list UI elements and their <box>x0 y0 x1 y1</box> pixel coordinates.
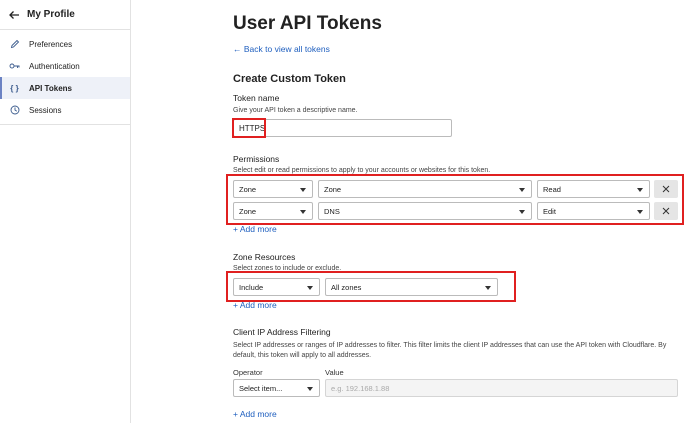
token-name-label: Token name <box>233 93 280 103</box>
caret-down-icon <box>485 286 491 290</box>
zone-resources-label: Zone Resources <box>233 252 296 262</box>
value-label: Value <box>325 368 344 377</box>
add-ip-filter-link[interactable]: + Add more <box>233 409 277 419</box>
select-placeholder: Select item... <box>239 383 283 393</box>
caret-down-icon <box>307 387 313 391</box>
add-permission-link[interactable]: + Add more <box>233 224 277 234</box>
sidebar-item-label: Sessions <box>29 105 62 115</box>
select-value: Zone <box>324 184 342 194</box>
page-title: User API Tokens <box>233 13 382 34</box>
permission-access-select[interactable]: Edit <box>537 202 650 220</box>
sidebar-item-preferences[interactable]: Preferences <box>0 33 130 55</box>
select-value: Include <box>239 282 264 292</box>
back-link-label: Back to view all tokens <box>243 44 330 54</box>
zone-select[interactable]: All zones <box>325 278 498 296</box>
sidebar-title: My Profile <box>27 9 75 20</box>
caret-down-icon <box>519 210 525 214</box>
pencil-icon <box>9 39 20 50</box>
sidebar-item-label: Preferences <box>29 39 73 49</box>
caret-down-icon <box>519 188 525 192</box>
select-value: Edit <box>543 206 556 216</box>
sidebar-header: My Profile <box>0 0 130 30</box>
input-placeholder: e.g. 192.168.1.88 <box>331 383 390 393</box>
sidebar-item-label: Authentication <box>29 61 80 71</box>
arrow-left-icon: ← <box>233 44 244 54</box>
permission-type-select[interactable]: Zone <box>233 202 313 220</box>
caret-down-icon <box>637 210 643 214</box>
close-icon <box>662 207 670 215</box>
caret-down-icon <box>637 188 643 192</box>
section-title: Create Custom Token <box>233 73 346 85</box>
caret-down-icon <box>300 210 306 214</box>
token-name-help: Give your API token a descriptive name. <box>233 107 358 114</box>
ip-filter-label: Client IP Address Filtering <box>233 327 331 337</box>
close-icon <box>662 185 670 193</box>
select-value: Zone <box>239 206 257 216</box>
select-value: All zones <box>331 282 362 292</box>
caret-down-icon <box>300 188 306 192</box>
select-value: Read <box>543 184 561 194</box>
token-name-input[interactable]: HTTPS <box>233 119 452 137</box>
add-zone-link[interactable]: + Add more <box>233 300 277 310</box>
clock-icon <box>9 105 20 116</box>
zone-resources-help: Select zones to include or exclude. <box>233 265 342 272</box>
permissions-label: Permissions <box>233 154 280 164</box>
arrow-left-icon[interactable] <box>8 9 20 21</box>
braces-icon: { } <box>10 83 19 93</box>
key-icon <box>9 61 20 72</box>
sidebar-item-label: API Tokens <box>29 83 72 93</box>
caret-down-icon <box>307 286 313 290</box>
back-to-tokens-link[interactable]: ← Back to view all tokens <box>233 44 330 54</box>
ip-filter-help: Select IP addresses or ranges of IP addr… <box>233 342 667 359</box>
token-name-value: HTTPS <box>239 123 266 133</box>
operator-select[interactable]: Select item... <box>233 379 320 397</box>
sidebar-item-api-tokens[interactable]: { } API Tokens <box>0 77 130 99</box>
sidebar: My Profile Preferences Authentication { … <box>0 0 131 423</box>
permission-resource-select[interactable]: Zone <box>318 180 532 198</box>
remove-permission-button[interactable] <box>654 202 678 220</box>
permissions-help: Select edit or read permissions to apply… <box>233 167 491 174</box>
select-value: Zone <box>239 184 257 194</box>
permission-access-select[interactable]: Read <box>537 180 650 198</box>
ip-value-input[interactable]: e.g. 192.168.1.88 <box>325 379 678 397</box>
permission-resource-select[interactable]: DNS <box>318 202 532 220</box>
remove-permission-button[interactable] <box>654 180 678 198</box>
sidebar-item-authentication[interactable]: Authentication <box>0 55 130 77</box>
select-value: DNS <box>324 206 340 216</box>
zone-include-select[interactable]: Include <box>233 278 320 296</box>
operator-label: Operator <box>233 368 263 377</box>
sidebar-item-sessions[interactable]: Sessions <box>0 99 130 121</box>
sidebar-divider <box>0 124 131 125</box>
permission-type-select[interactable]: Zone <box>233 180 313 198</box>
